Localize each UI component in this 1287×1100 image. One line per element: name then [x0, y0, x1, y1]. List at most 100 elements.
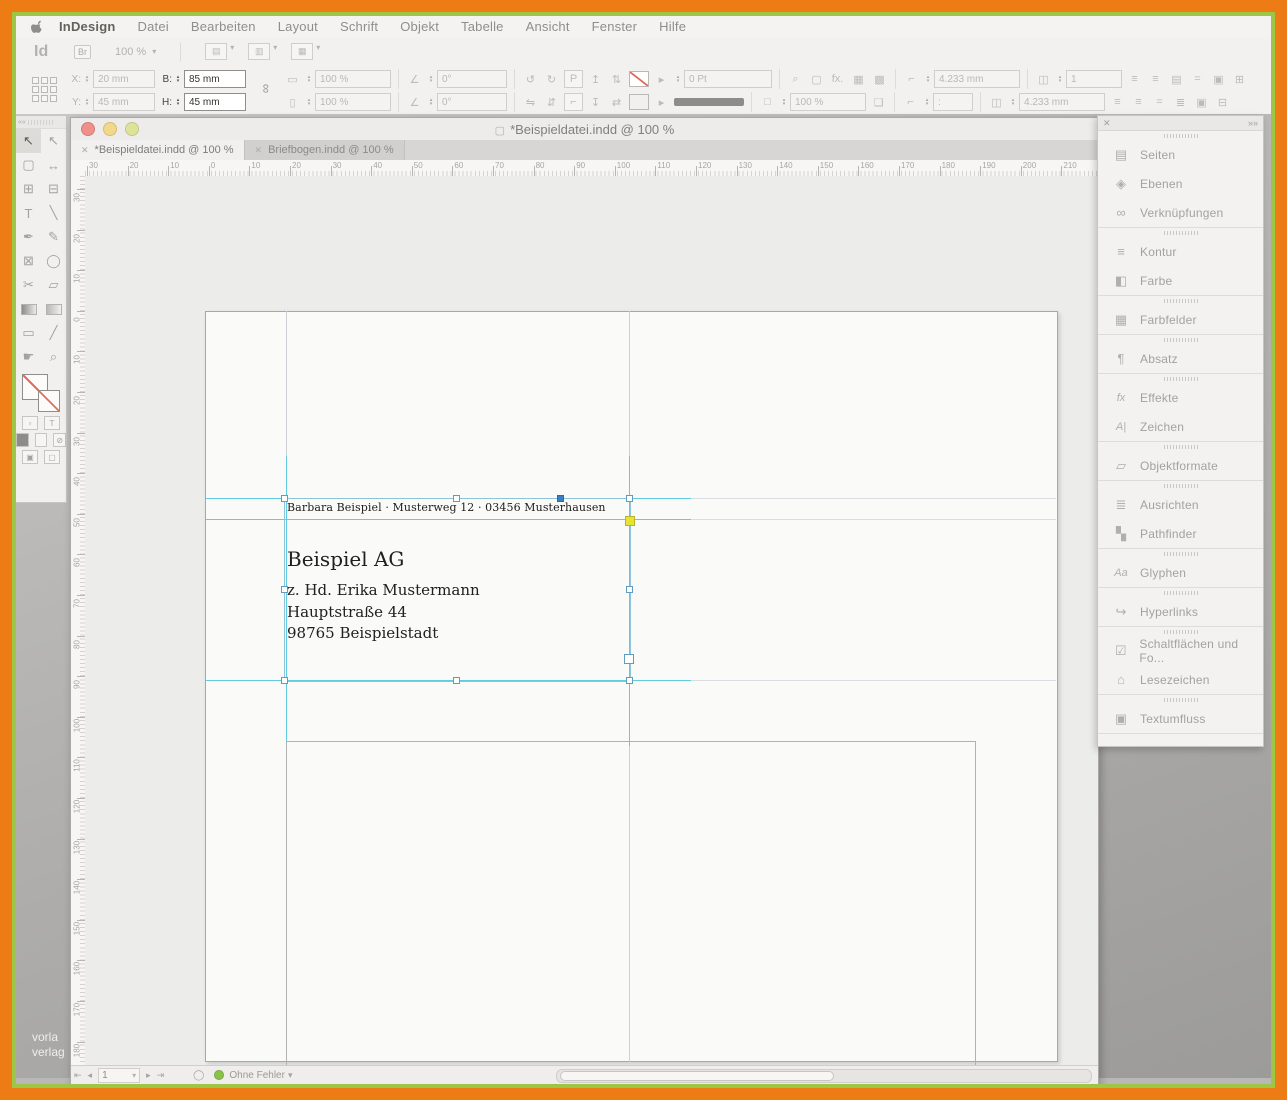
- menu-item-ansicht[interactable]: Ansicht: [515, 19, 581, 34]
- flip-horizontal-icon[interactable]: ⇋: [522, 94, 539, 110]
- horizontal-scrollbar-thumb[interactable]: [560, 1071, 834, 1081]
- live-corner-yellow-handle[interactable]: [625, 516, 635, 526]
- stroke-style-preview[interactable]: [674, 98, 744, 106]
- find-icon[interactable]: ⌕: [787, 71, 804, 87]
- dock-item-zeichen[interactable]: A| Zeichen: [1098, 412, 1263, 441]
- width-field[interactable]: B: ▴ ▾ 85 mm: [159, 70, 246, 88]
- next-page-button[interactable]: ▸: [143, 1070, 154, 1081]
- dock-item-pathfinder[interactable]: ▚ Pathfinder: [1098, 519, 1263, 548]
- window-title-bar[interactable]: ▢ *Beispieldatei.indd @ 100 %: [71, 118, 1098, 141]
- close-icon[interactable]: ✕: [1103, 118, 1111, 129]
- fill-flyout-arrow-icon[interactable]: ▸: [653, 94, 670, 110]
- dock-group-drag-handle[interactable]: [1098, 549, 1263, 558]
- corner-radius-field[interactable]: ▴ ▾ 4.233 mm: [924, 70, 1020, 88]
- chevron-down-icon[interactable]: ▾: [230, 43, 234, 60]
- rotate-ccw-icon[interactable]: ↺: [522, 71, 539, 87]
- fill-stroke-widget[interactable]: [21, 373, 61, 413]
- expand-panels-icon[interactable]: »»: [1248, 118, 1258, 128]
- stroke-weight-field[interactable]: ▴ ▾ 0 Pt: [674, 70, 772, 88]
- line-tool[interactable]: ╲: [41, 201, 66, 225]
- menu-item-datei[interactable]: Datei: [127, 19, 180, 34]
- wrap-icon[interactable]: ▣: [1193, 94, 1210, 110]
- anchored-object-icon[interactable]: ⊞: [1231, 71, 1248, 87]
- chevron-down-icon[interactable]: ▾: [316, 43, 320, 60]
- baseline-grid-icon[interactable]: ▤: [1168, 71, 1185, 87]
- type-tool[interactable]: T: [16, 201, 41, 225]
- columns-field[interactable]: ▴ ▾ 1: [1056, 70, 1122, 88]
- page-icon[interactable]: ▢: [808, 71, 825, 87]
- horizontal-scrollbar[interactable]: [556, 1069, 1092, 1083]
- x-position-field[interactable]: X: ▴ ▾ 20 mm: [68, 70, 155, 88]
- stroke-none-swatch[interactable]: [629, 71, 649, 87]
- screen-mode-button[interactable]: ▥: [248, 43, 271, 60]
- selection-tool[interactable]: ↖: [16, 129, 41, 153]
- none-button[interactable]: ⊘: [53, 433, 67, 447]
- dock-group-drag-handle[interactable]: [1098, 695, 1263, 704]
- handle-bottom-right[interactable]: [626, 677, 633, 684]
- dock-item-objektformate[interactable]: ▱ Objektformate: [1098, 451, 1263, 480]
- dock-item-farbfelder[interactable]: ▦ Farbfelder: [1098, 305, 1263, 334]
- formatting-container-button[interactable]: ▫: [22, 416, 38, 430]
- grid-icon[interactable]: ▦: [850, 71, 867, 87]
- fill-swatch[interactable]: [629, 94, 649, 110]
- menu-item-bearbeiten[interactable]: Bearbeiten: [180, 19, 267, 34]
- object-export-icon[interactable]: ▣: [1210, 71, 1227, 87]
- menu-item-indesign[interactable]: InDesign: [48, 19, 127, 34]
- dock-item-lesezeichen[interactable]: ⌂ Lesezeichen: [1098, 665, 1263, 694]
- gradient-feather-tool[interactable]: [41, 297, 66, 321]
- last-page-button[interactable]: ⇥: [154, 1070, 168, 1081]
- shaded-grid-icon[interactable]: ▩: [871, 71, 888, 87]
- handle-bottom-center[interactable]: [453, 677, 460, 684]
- preflight-status-label[interactable]: Ohne Fehler: [229, 1070, 285, 1081]
- dock-item-glyphen[interactable]: Aa Glyphen: [1098, 558, 1263, 587]
- color-button[interactable]: [16, 433, 29, 447]
- dock-item-schaltflächen-und-fo-[interactable]: ☑ Schaltflächen und Fo...: [1098, 636, 1263, 665]
- insert-icon[interactable]: ⊟: [1214, 94, 1231, 110]
- hand-tool[interactable]: ☛: [16, 345, 41, 369]
- close-tab-icon[interactable]: ✕: [81, 145, 89, 156]
- gutter-field[interactable]: ▴ ▾ 4.233 mm: [1009, 93, 1105, 111]
- document-tab-0[interactable]: ✕ *Beispieldatei.indd @ 100 %: [71, 140, 245, 160]
- dock-item-ausrichten[interactable]: ≣ Ausrichten: [1098, 490, 1263, 519]
- menu-item-schrift[interactable]: Schrift: [329, 19, 389, 34]
- stroke-swatch[interactable]: [38, 390, 60, 412]
- baseline-shift-icon[interactable]: =: [1151, 94, 1168, 110]
- eyedropper-tool[interactable]: ╱: [41, 321, 66, 345]
- handle-top-right[interactable]: [626, 495, 633, 502]
- dock-group-drag-handle[interactable]: [1098, 335, 1263, 344]
- drop-shadow-icon[interactable]: ❏: [870, 94, 887, 110]
- previous-page-button[interactable]: ◂: [85, 1070, 96, 1081]
- preflight-icon[interactable]: ◯: [193, 1070, 204, 1081]
- menu-item-fenster[interactable]: Fenster: [581, 19, 648, 34]
- note-tool[interactable]: ▭: [16, 321, 41, 345]
- dock-item-verknüpfungen[interactable]: ∞ Verknüpfungen: [1098, 198, 1263, 227]
- align-top-icon[interactable]: ↥: [587, 71, 604, 87]
- handle-middle-right[interactable]: [626, 586, 633, 593]
- canvas[interactable]: Barbara Beispiel · Musterweg 12 · 03456 …: [85, 176, 1098, 1066]
- justify-lines-icon[interactable]: ≡: [1147, 71, 1164, 87]
- pen-tool[interactable]: ✒: [16, 225, 41, 249]
- ruler-origin-box[interactable]: [71, 160, 86, 177]
- corner-shape-icon[interactable]: ⌐: [902, 94, 919, 110]
- rotate-cw-icon[interactable]: ↻: [543, 71, 560, 87]
- dock-group-drag-handle[interactable]: [1098, 627, 1263, 636]
- gap-tool[interactable]: ↔: [41, 153, 66, 177]
- scissors-tool[interactable]: ✂: [16, 273, 41, 297]
- leading-icon[interactable]: =: [1189, 71, 1206, 87]
- space-before-icon[interactable]: ≡: [1109, 94, 1126, 110]
- corner-options-icon[interactable]: ⌐: [903, 71, 920, 87]
- frame-tool[interactable]: ⊠: [16, 249, 41, 273]
- dock-item-farbe[interactable]: ◧ Farbe: [1098, 266, 1263, 295]
- normal-view-button[interactable]: ▣: [22, 450, 38, 464]
- distribute-vertical-icon[interactable]: ⇅: [608, 71, 625, 87]
- scale-y-field[interactable]: ▴ ▾ 100 %: [305, 93, 391, 111]
- handle-bottom-left[interactable]: [281, 677, 288, 684]
- apple-icon[interactable]: [26, 20, 48, 34]
- menu-item-objekt[interactable]: Objekt: [389, 19, 450, 34]
- page-tool[interactable]: ▢: [16, 153, 41, 177]
- free-transform-tool[interactable]: ▱: [41, 273, 66, 297]
- dock-item-textumfluss[interactable]: ▣ Textumfluss: [1098, 704, 1263, 733]
- dock-group-drag-handle[interactable]: [1098, 296, 1263, 305]
- menu-item-layout[interactable]: Layout: [267, 19, 329, 34]
- space-after-icon[interactable]: ≡: [1130, 94, 1147, 110]
